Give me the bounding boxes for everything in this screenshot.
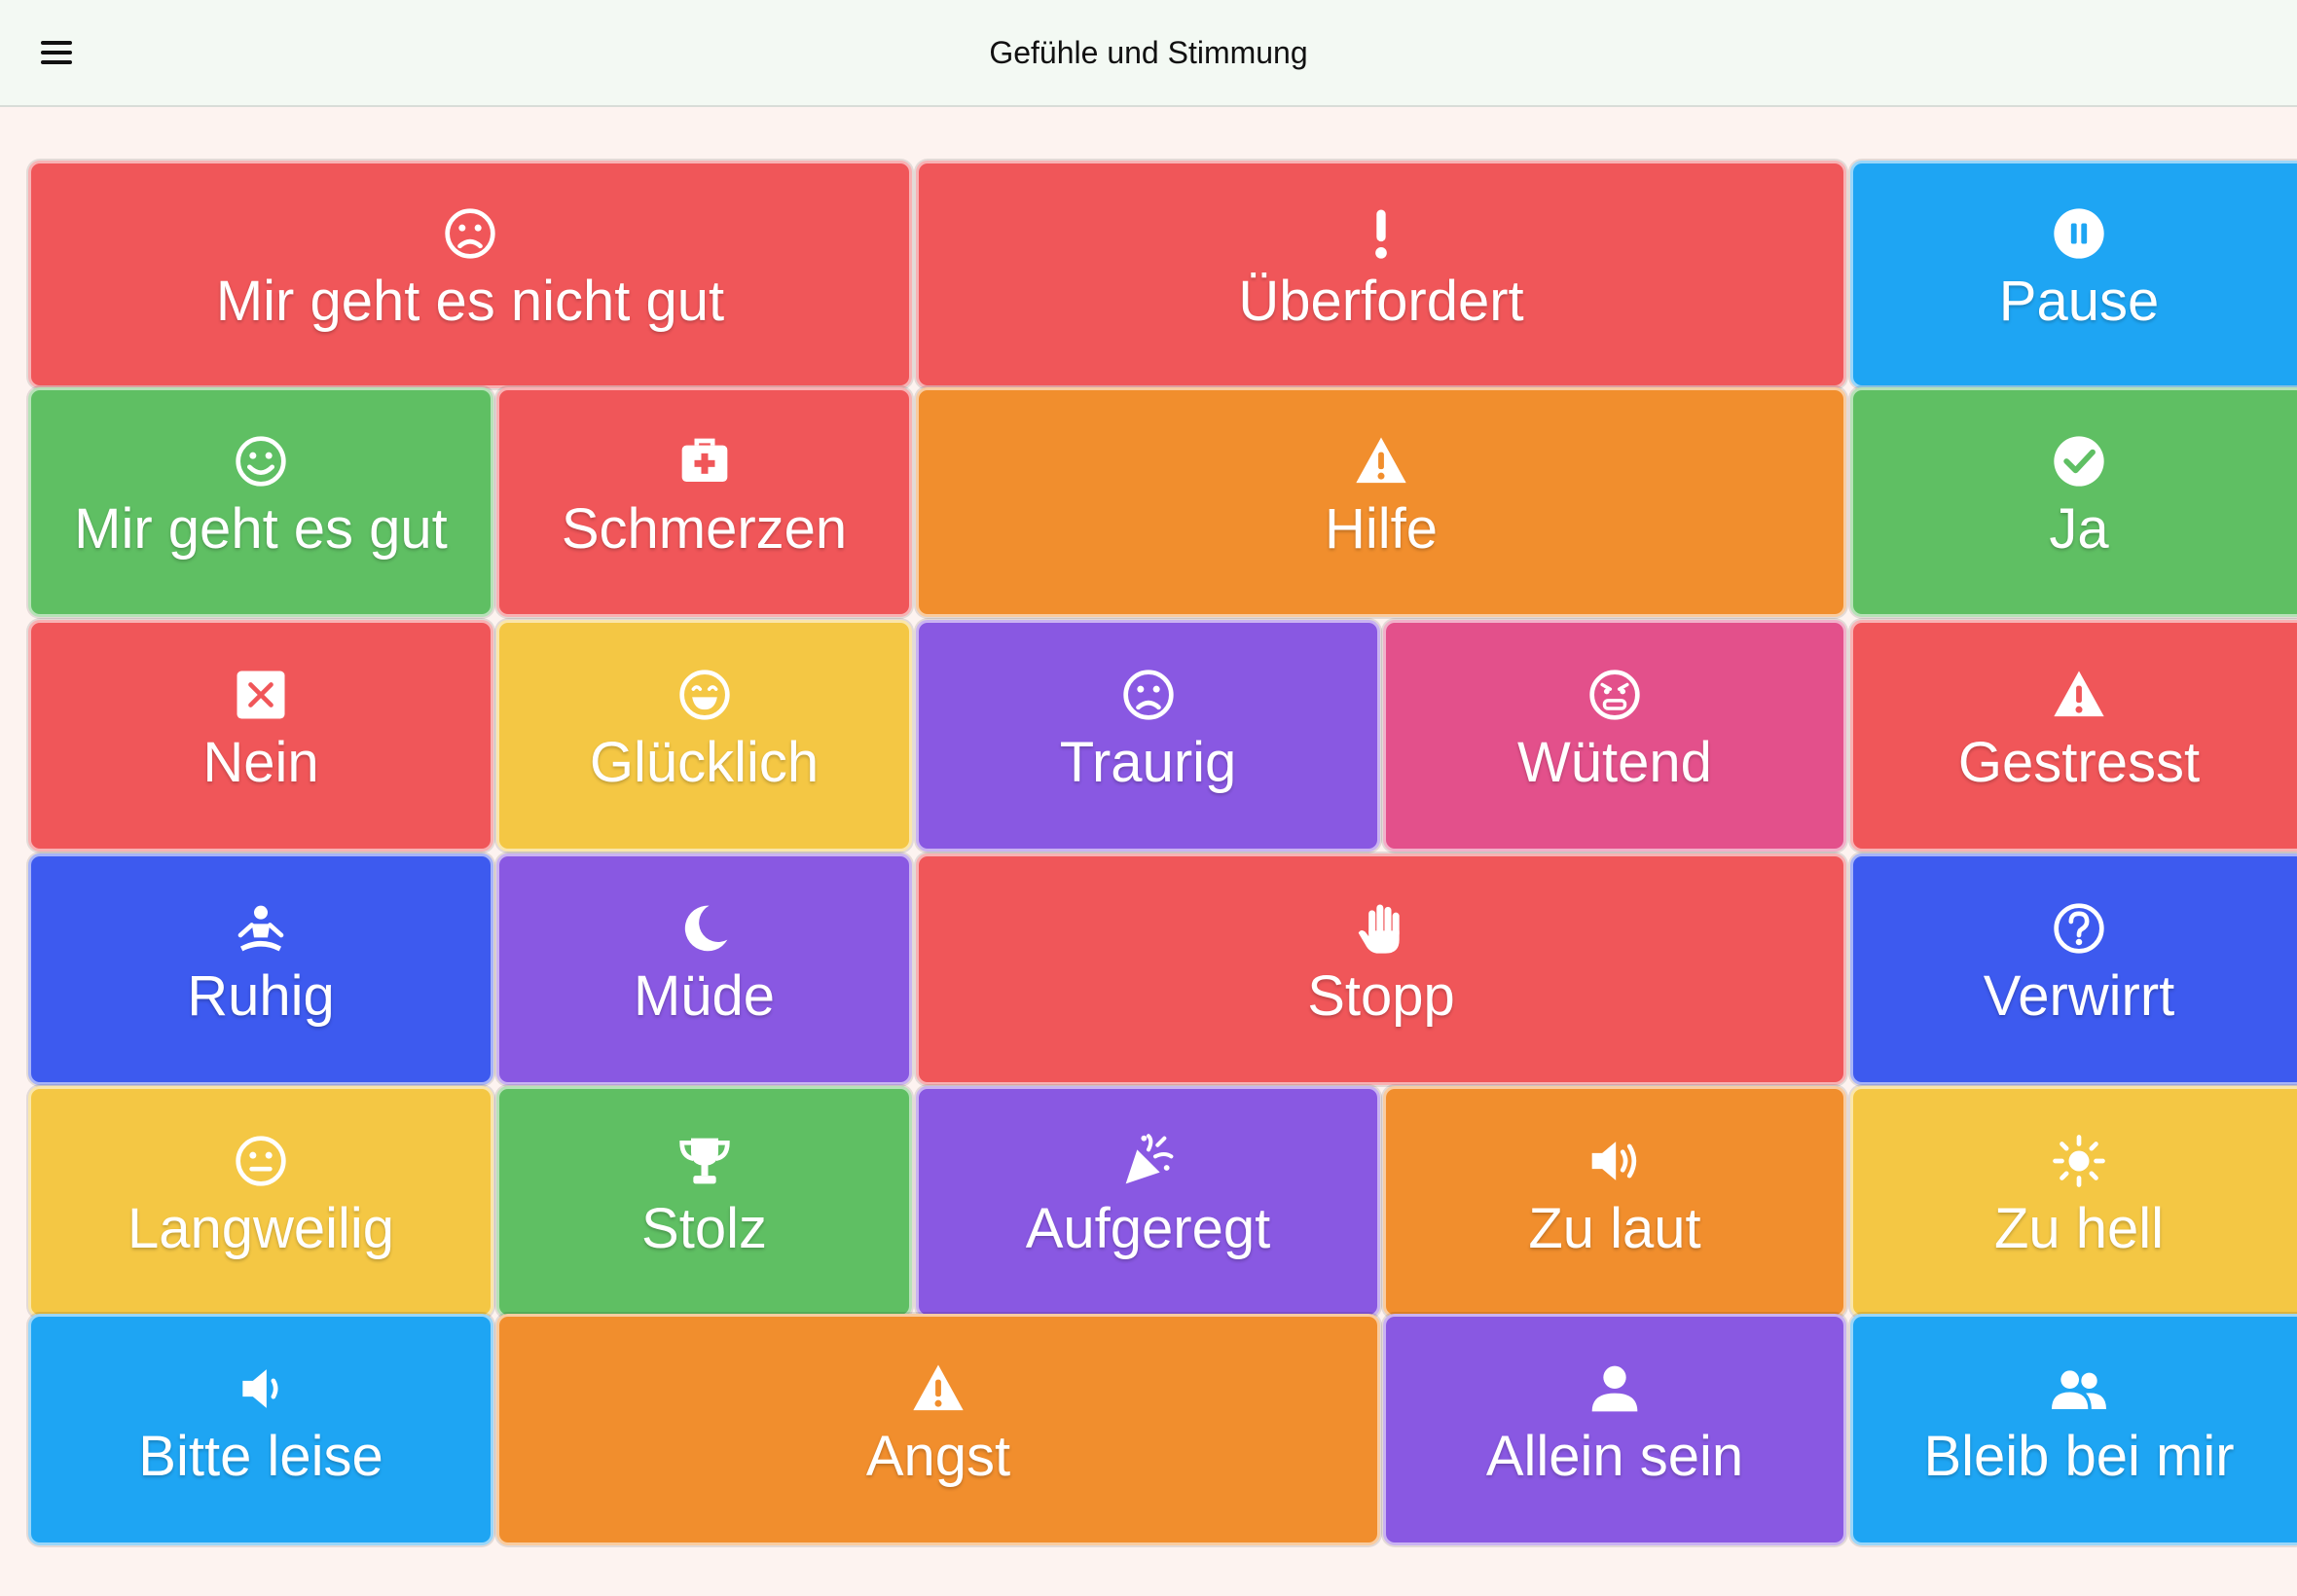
tile-label: Ruhig [187,964,335,1028]
tile-ruhig[interactable]: Ruhig [28,853,493,1085]
tile-label: Bleib bei mir [1923,1425,2235,1488]
tile-label: Überfordert [1238,270,1524,333]
tile-bitte-leise[interactable]: Bitte leise [28,1314,493,1545]
tile-label: Bitte leise [138,1425,383,1488]
tile-label: Zu laut [1528,1197,1701,1260]
tile-label: Mir geht es gut [74,497,448,561]
volume-up-icon [1587,1134,1642,1188]
hand-icon [1354,901,1408,956]
tile-langweilig[interactable]: Langweilig [28,1086,493,1318]
sad-face-icon [443,206,497,261]
tile-grid: Mir geht es nicht gut Überfordert Pause … [0,0,2297,1596]
moon-icon [677,901,732,956]
sun-icon [2052,1134,2106,1188]
people-icon [2052,1361,2106,1416]
tile-label: Glücklich [589,731,820,794]
tile-angst[interactable]: Angst [496,1314,1380,1545]
volume-low-icon [234,1361,288,1416]
tile-label: Pause [1998,270,2160,333]
tile-label: Ja [2049,497,2109,561]
tile-label: Allein sein [1485,1425,1744,1488]
trophy-icon [677,1134,732,1188]
question-circle-icon [2052,901,2106,956]
tile-label: Stolz [641,1197,767,1260]
smile-face-icon [234,434,288,489]
tile-label: Mir geht es nicht gut [215,270,725,333]
tile-ueberfordert[interactable]: Überfordert [916,161,1846,388]
tile-allein-sein[interactable]: Allein sein [1383,1314,1846,1545]
tile-mir-geht-es-nicht-gut[interactable]: Mir geht es nicht gut [28,161,912,388]
grin-face-icon [677,668,732,722]
tile-gluecklich[interactable]: Glücklich [496,620,912,852]
tile-aufgeregt[interactable]: Aufgeregt [916,1086,1380,1318]
tile-label: Wütend [1517,731,1712,794]
angry-face-icon [1587,668,1642,722]
sad-face-icon [1121,668,1176,722]
tile-wuetend[interactable]: Wütend [1383,620,1846,852]
tile-schmerzen[interactable]: Schmerzen [496,387,912,617]
tile-stolz[interactable]: Stolz [496,1086,912,1318]
warning-icon [2052,668,2106,722]
first-aid-kit-icon [677,434,732,489]
x-square-icon [234,668,288,722]
tile-pause[interactable]: Pause [1850,161,2297,388]
tile-nein[interactable]: Nein [28,620,493,852]
meditation-icon [234,901,288,956]
tile-label: Traurig [1059,731,1237,794]
tile-label: Langweilig [127,1197,395,1260]
tile-mir-geht-es-gut[interactable]: Mir geht es gut [28,387,493,617]
party-popper-icon [1121,1134,1176,1188]
tile-stopp[interactable]: Stopp [916,853,1846,1085]
tile-label: Schmerzen [561,497,848,561]
neutral-face-icon [234,1134,288,1188]
tile-label: Gestresst [1957,731,2201,794]
tile-muede[interactable]: Müde [496,853,912,1085]
tile-verwirrt[interactable]: Verwirrt [1850,853,2297,1085]
warning-icon [911,1361,966,1416]
tile-traurig[interactable]: Traurig [916,620,1380,852]
tile-label: Müde [633,964,776,1028]
tile-gestresst[interactable]: Gestresst [1850,620,2297,852]
tile-label: Zu hell [1993,1197,2165,1260]
tile-label: Stopp [1307,964,1455,1028]
pause-icon [2052,206,2106,261]
warning-icon [1354,434,1408,489]
tile-ja[interactable]: Ja [1850,387,2297,617]
tile-label: Hilfe [1324,497,1439,561]
tile-label: Nein [202,731,319,794]
tile-bleib-bei-mir[interactable]: Bleib bei mir [1850,1314,2297,1545]
tile-zu-laut[interactable]: Zu laut [1383,1086,1846,1318]
check-circle-icon [2052,434,2106,489]
tile-zu-hell[interactable]: Zu hell [1850,1086,2297,1318]
tile-label: Angst [865,1425,1011,1488]
tile-label: Verwirrt [1983,964,2175,1028]
tile-hilfe[interactable]: Hilfe [916,387,1846,617]
person-icon [1587,1361,1642,1416]
tile-label: Aufgeregt [1025,1197,1271,1260]
exclamation-icon [1354,206,1408,261]
